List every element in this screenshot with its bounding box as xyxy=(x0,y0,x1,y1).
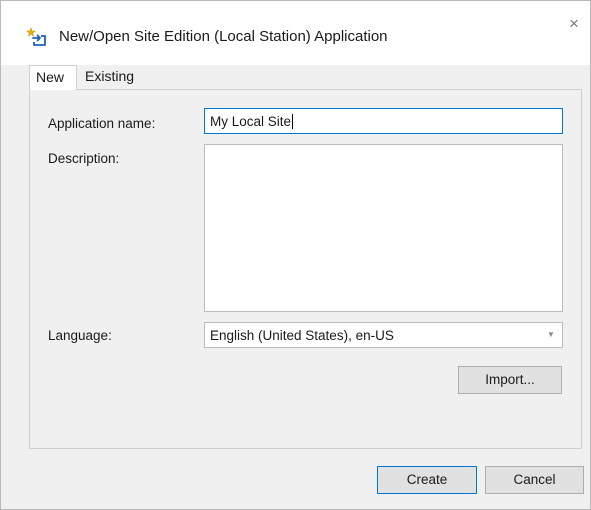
description-textarea[interactable] xyxy=(204,144,563,312)
application-name-input[interactable]: My Local Site xyxy=(204,108,563,134)
dialog-title: New/Open Site Edition (Local Station) Ap… xyxy=(59,28,388,45)
close-button[interactable]: × xyxy=(561,13,587,35)
language-label: Language: xyxy=(48,328,112,343)
language-value: English (United States), en-US xyxy=(210,328,394,343)
new-application-panel: Application name: My Local Site Descript… xyxy=(29,89,582,449)
title-bar: New/Open Site Edition (Local Station) Ap… xyxy=(1,1,590,65)
new-site-icon xyxy=(25,25,47,47)
dialog-window: New/Open Site Edition (Local Station) Ap… xyxy=(0,0,591,510)
tab-new[interactable]: New xyxy=(29,65,77,90)
description-label: Description: xyxy=(48,151,120,166)
text-caret xyxy=(292,114,294,129)
import-button[interactable]: Import... xyxy=(458,366,562,394)
cancel-button[interactable]: Cancel xyxy=(485,466,584,494)
application-name-label: Application name: xyxy=(48,116,156,131)
application-name-value: My Local Site xyxy=(210,114,292,129)
tab-existing[interactable]: Existing xyxy=(79,65,149,89)
chevron-down-icon[interactable]: ▼ xyxy=(540,323,562,347)
language-select[interactable]: English (United States), en-US ▼ xyxy=(204,322,563,348)
create-button[interactable]: Create xyxy=(377,466,477,494)
